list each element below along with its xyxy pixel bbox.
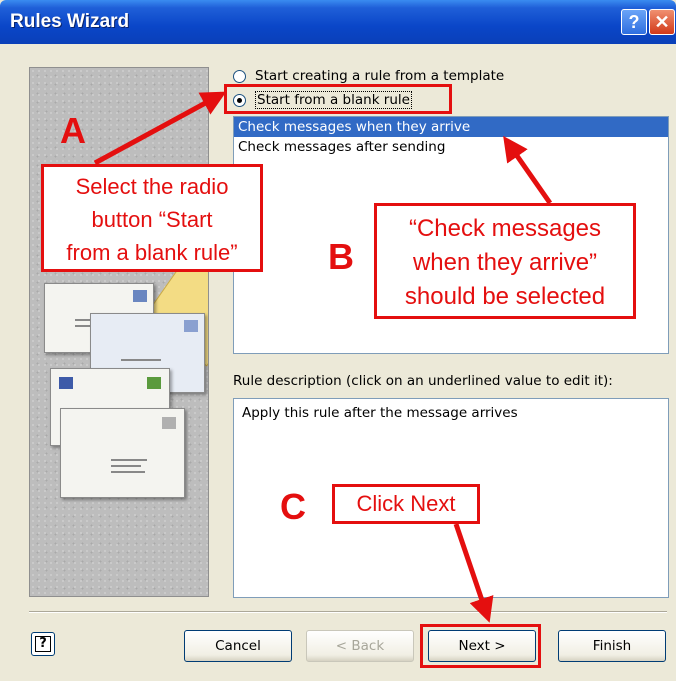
help-icon: ?	[35, 636, 51, 652]
callout-b-line: should be selected	[404, 283, 606, 310]
highlight-blank-rule	[224, 84, 452, 114]
callout-a: Select the radio button “Start from a bl…	[41, 164, 263, 272]
annotation-letter-a: A	[60, 110, 86, 151]
list-item-check-after-sending[interactable]: Check messages after sending	[234, 137, 668, 157]
rule-description-text: Apply this rule after the message arrive…	[242, 405, 518, 421]
title-bar[interactable]: Rules Wizard ? ✕	[0, 0, 676, 44]
annotation-letter-b: B	[328, 236, 354, 277]
template-radio[interactable]	[233, 69, 246, 83]
rule-description-label: Rule description (click on an underlined…	[233, 373, 613, 389]
wizard-illustration	[29, 67, 209, 597]
callout-b-line: when they arrive”	[412, 249, 598, 276]
divider	[29, 611, 667, 613]
highlight-next-button	[420, 624, 541, 668]
help-button[interactable]: ?	[31, 632, 55, 656]
annotation-letter-c: C	[280, 486, 306, 527]
callout-b: “Check messages when they arrive” should…	[374, 203, 636, 319]
callout-a-line: button “Start	[91, 207, 213, 232]
template-option-label: Start creating a rule from a template	[255, 68, 505, 84]
list-item-check-on-arrival[interactable]: Check messages when they arrive	[234, 117, 668, 137]
callout-c: Click Next	[332, 484, 480, 524]
finish-button[interactable]: Finish	[558, 630, 666, 662]
callout-b-line: “Check messages	[408, 215, 602, 242]
close-button[interactable]: ✕	[649, 9, 675, 35]
envelope-illustration	[60, 408, 185, 498]
back-button[interactable]: < Back	[306, 630, 414, 662]
window-title: Rules Wizard	[10, 11, 130, 32]
title-help-button[interactable]: ?	[621, 9, 647, 35]
cancel-button[interactable]: Cancel	[184, 630, 292, 662]
callout-a-line: Select the radio	[75, 174, 229, 199]
callout-a-line: from a blank rule”	[66, 240, 238, 265]
template-option[interactable]: Start creating a rule from a template	[233, 67, 504, 85]
